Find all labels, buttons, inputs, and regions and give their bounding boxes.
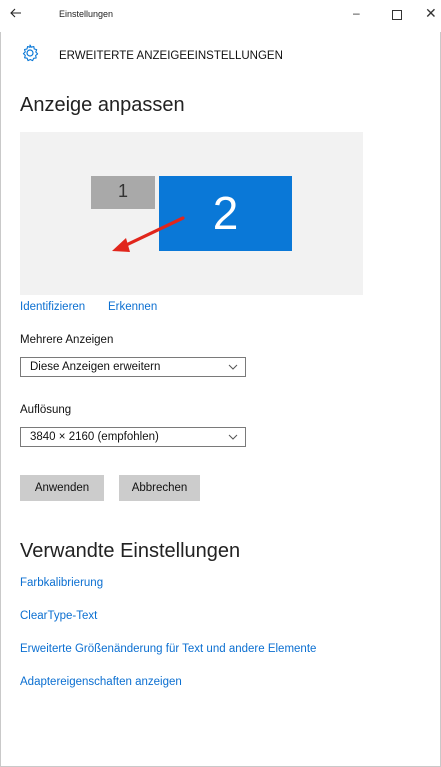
resolution-label: Auflösung bbox=[20, 404, 72, 416]
title-bar: Einstellungen – ✕ bbox=[0, 0, 441, 32]
resolution-select[interactable]: 3840 × 2160 (empfohlen) bbox=[20, 427, 246, 447]
adapter-properties-link[interactable]: Adaptereigenschaften anzeigen bbox=[20, 676, 182, 688]
page-header: ERWEITERTE ANZEIGEEINSTELLUNGEN bbox=[0, 42, 441, 72]
close-button[interactable]: ✕ bbox=[425, 5, 437, 22]
resolution-value: 3840 × 2160 (empfohlen) bbox=[30, 431, 159, 443]
gear-icon bbox=[20, 43, 40, 63]
related-settings-heading: Verwandte Einstellungen bbox=[20, 540, 241, 562]
identify-link[interactable]: Identifizieren bbox=[20, 301, 85, 313]
display-heading: Anzeige anpassen bbox=[20, 94, 185, 116]
chevron-down-icon bbox=[228, 364, 238, 370]
advanced-sizing-link[interactable]: Erweiterte Größenänderung für Text und a… bbox=[20, 643, 316, 655]
display-arrangement-preview: 1 2 bbox=[20, 132, 363, 295]
apply-button[interactable]: Anwenden bbox=[20, 475, 104, 501]
page-title: ERWEITERTE ANZEIGEEINSTELLUNGEN bbox=[59, 50, 283, 62]
back-arrow-icon[interactable] bbox=[9, 6, 25, 24]
chevron-down-icon bbox=[228, 434, 238, 440]
minimize-button[interactable]: – bbox=[353, 6, 360, 20]
multiple-displays-select[interactable]: Diese Anzeigen erweitern bbox=[20, 357, 246, 377]
maximize-button[interactable] bbox=[392, 10, 402, 20]
multiple-displays-label: Mehrere Anzeigen bbox=[20, 334, 114, 346]
cleartype-text-link[interactable]: ClearType-Text bbox=[20, 610, 97, 622]
multiple-displays-value: Diese Anzeigen erweitern bbox=[30, 361, 161, 373]
cancel-button[interactable]: Abbrechen bbox=[119, 475, 200, 501]
detect-link[interactable]: Erkennen bbox=[108, 301, 157, 313]
annotation-arrow bbox=[112, 216, 185, 252]
color-calibration-link[interactable]: Farbkalibrierung bbox=[20, 577, 103, 589]
window-title: Einstellungen bbox=[59, 9, 114, 19]
